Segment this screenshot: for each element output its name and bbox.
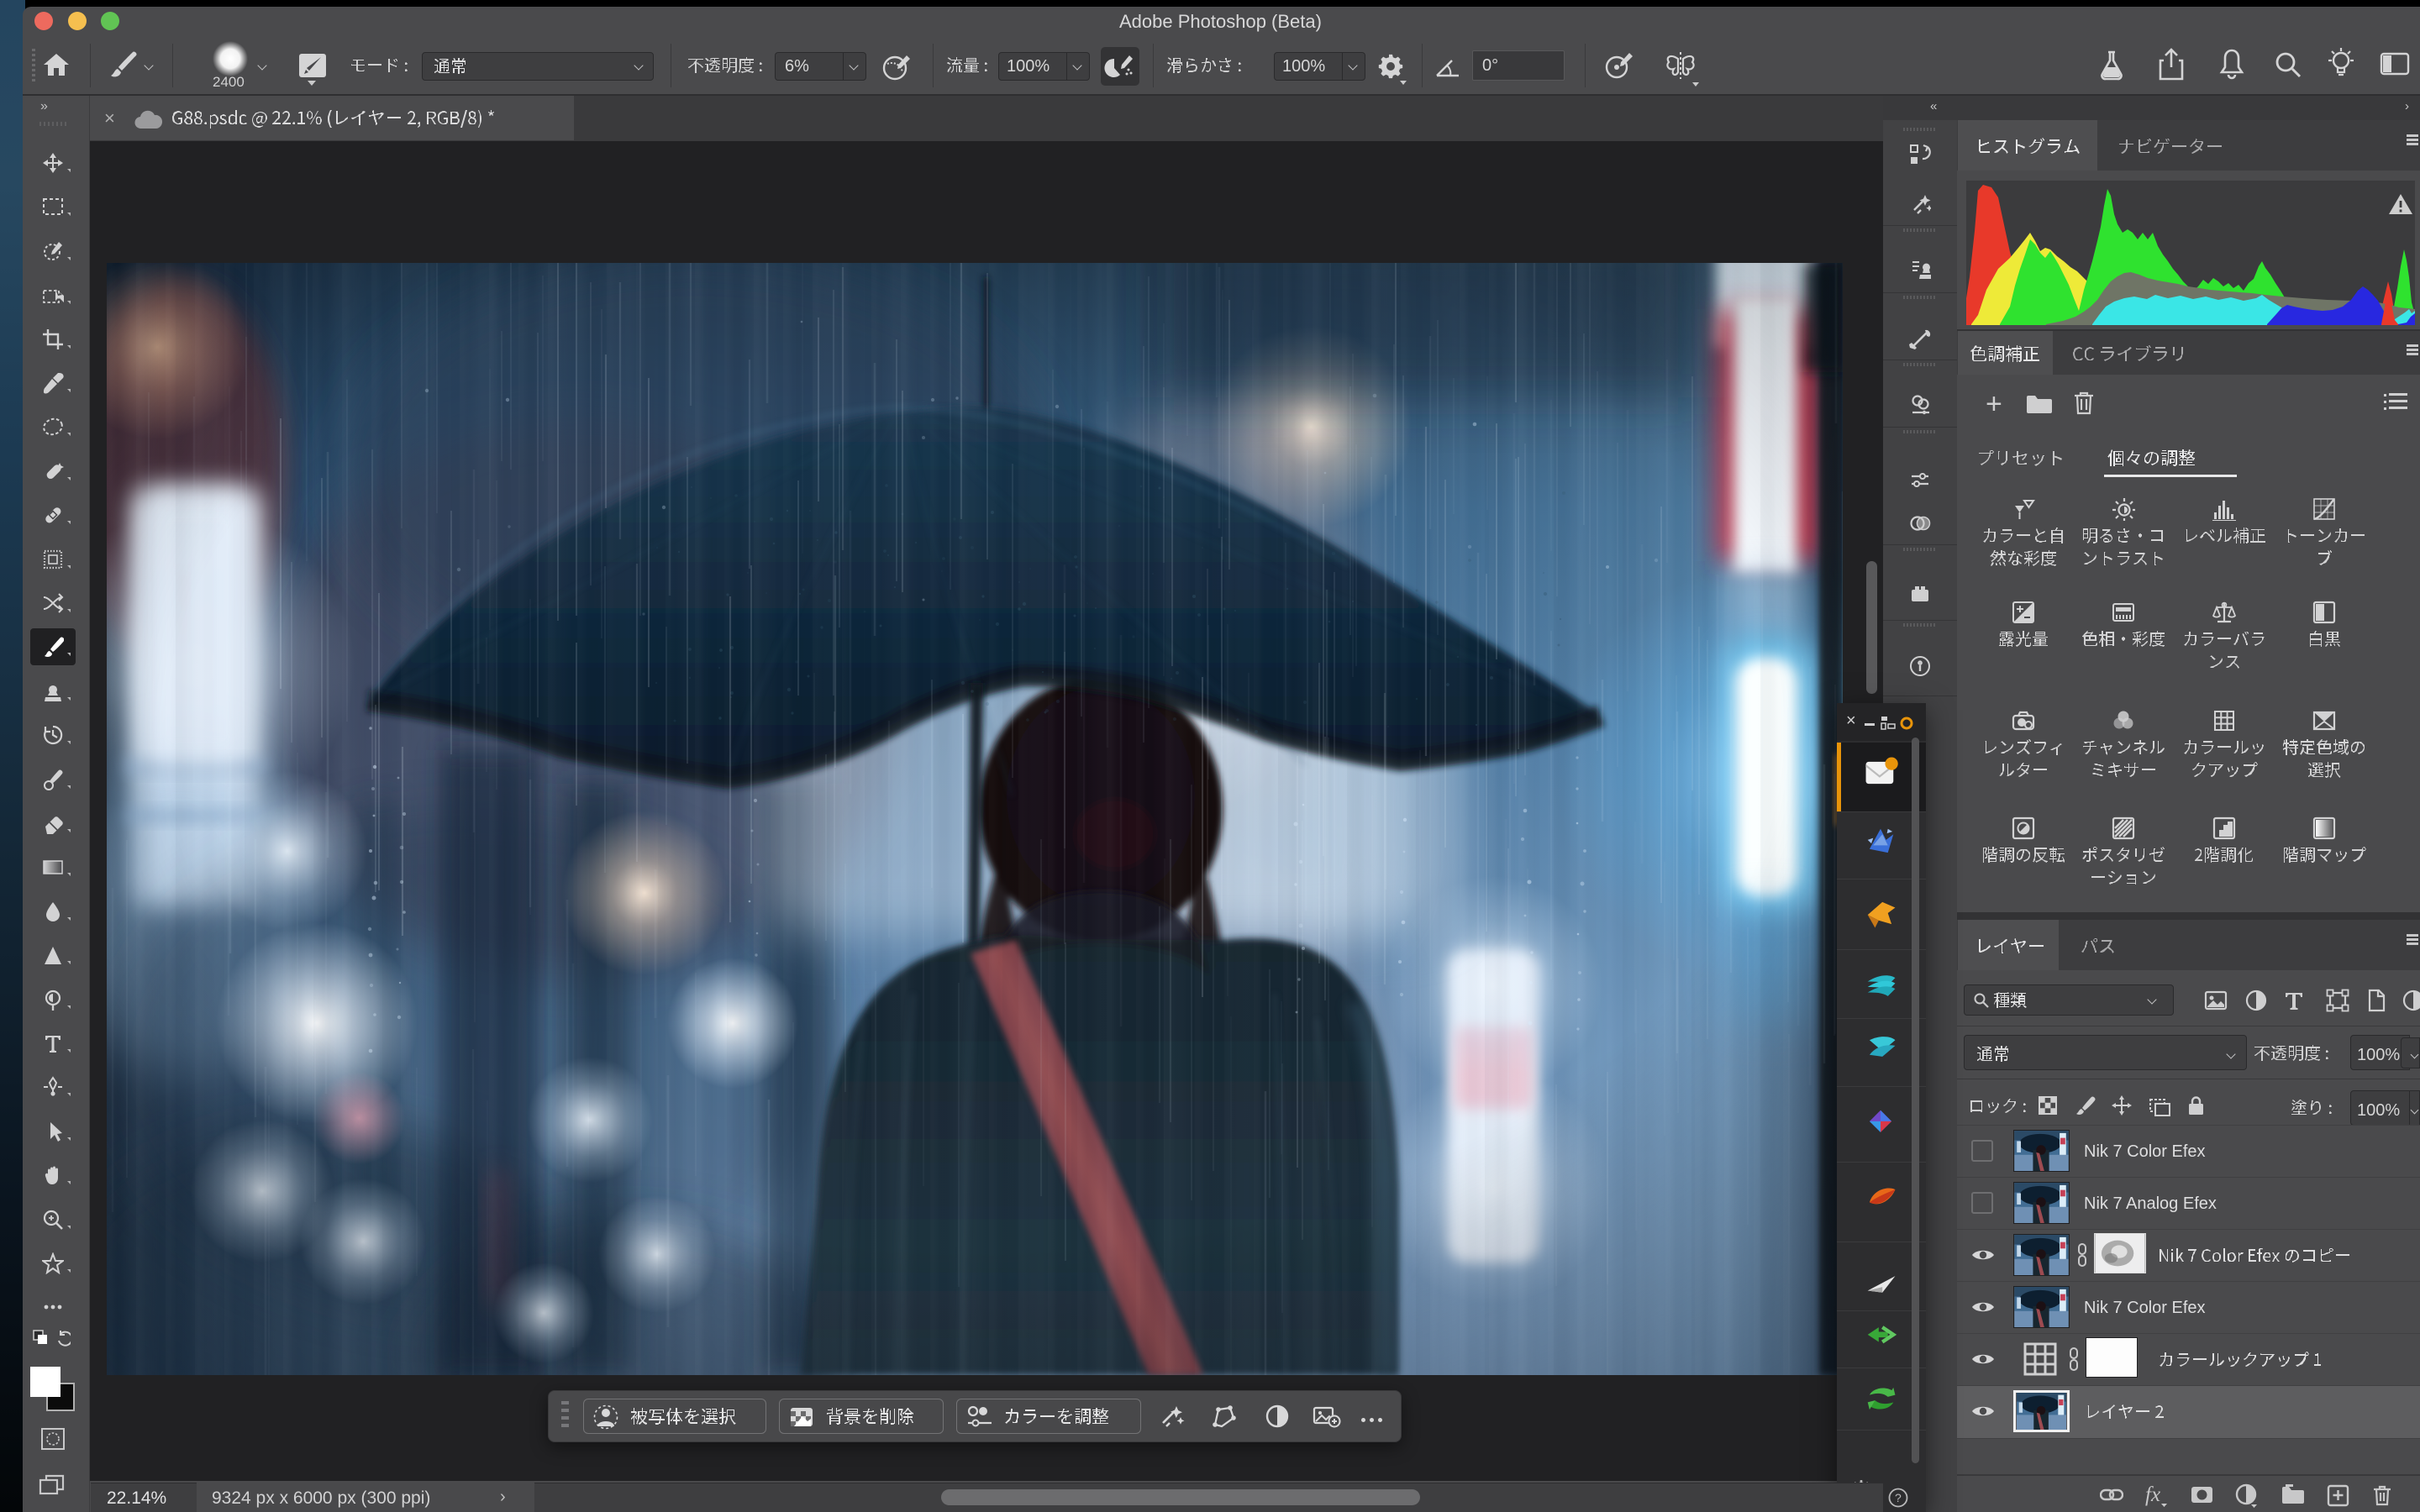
svg-text:fx: fx bbox=[2145, 1483, 2160, 1506]
svg-text:?: ? bbox=[1895, 1491, 1902, 1504]
